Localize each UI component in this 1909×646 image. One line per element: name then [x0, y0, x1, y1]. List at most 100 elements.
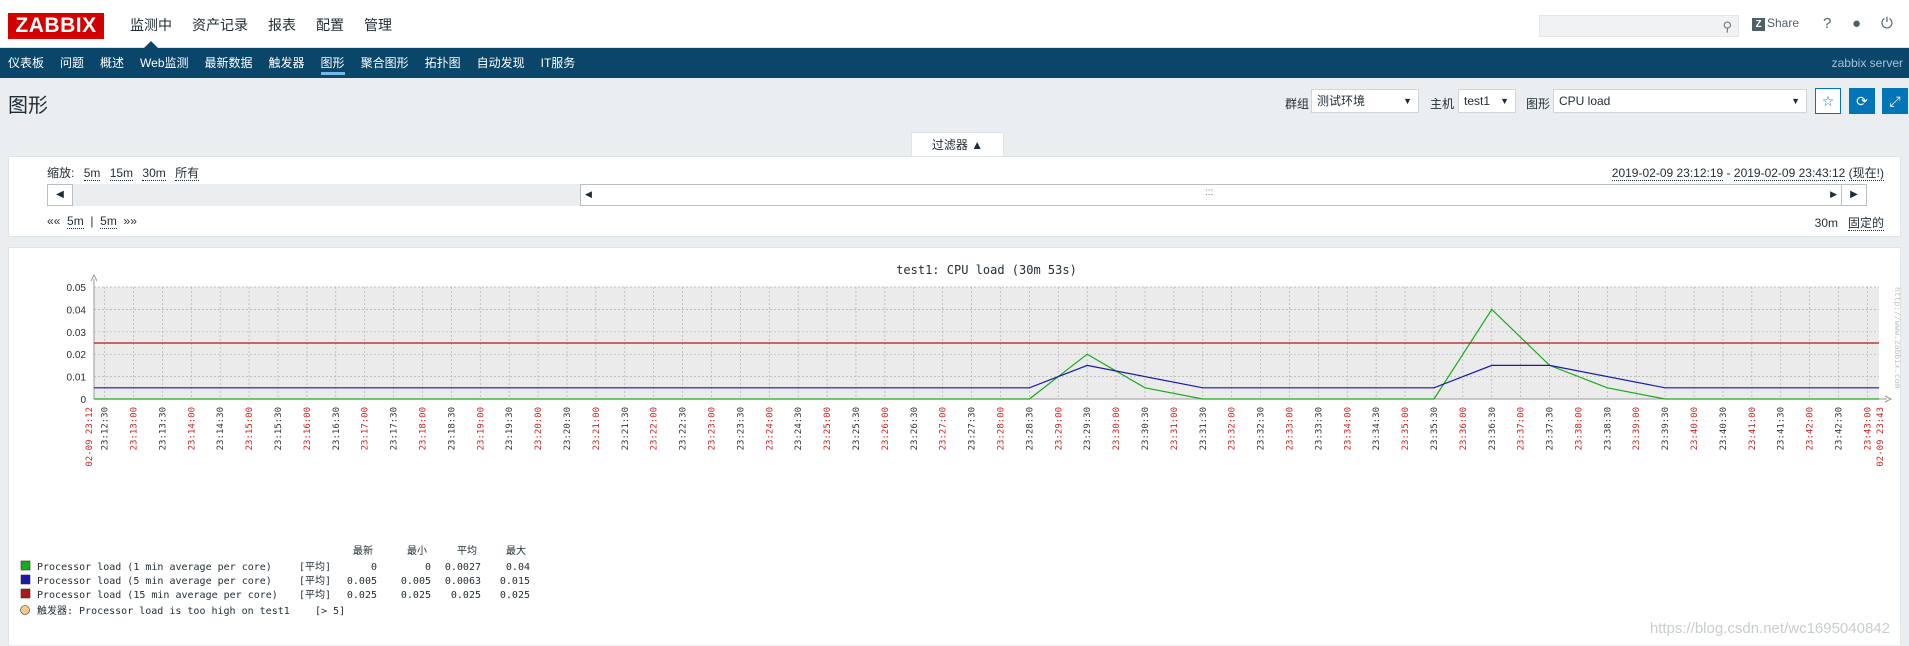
legend-value: 0.005 [347, 576, 377, 587]
range-to[interactable]: 2019-02-09 23:43:12 [1733, 166, 1846, 181]
subnav-problems[interactable]: 问题 [52, 48, 92, 78]
triangle-left-icon[interactable]: ◀ [585, 189, 592, 200]
y-tick-label: 0.03 [67, 328, 87, 339]
range-from[interactable]: 2019-02-09 23:12:19 [1611, 166, 1724, 181]
period-value: 30m [1814, 216, 1838, 230]
time-scroll-handle[interactable]: ◀ ::: ▶ [580, 184, 1842, 206]
fullscreen-button[interactable]: ⤢ [1882, 88, 1908, 114]
step-forward-icon[interactable]: »» [124, 214, 137, 228]
step-back-5m[interactable]: 5m [67, 214, 84, 229]
trigger-label: 触发器: Processor load is too high on test1 [37, 604, 290, 617]
x-tick-label: 23:39:00 [1632, 407, 1642, 450]
x-tick-label: 23:37:30 [1546, 407, 1556, 450]
menu-monitoring[interactable]: 监测中 [120, 0, 182, 48]
x-tick-label: 23:29:00 [1054, 407, 1064, 450]
share-label: Share [1767, 16, 1800, 30]
zoom-row: 缩放: 5m 15m 30m 所有 [47, 164, 200, 181]
scroll-left-button[interactable]: ◀ [47, 184, 73, 206]
star-icon: ☆ [1821, 93, 1835, 109]
top-header: ZABBIX 监测中 资产记录 报表 配置 管理 ⚲ Z Share ? ● ⏻ [0, 0, 1909, 48]
x-tick-label: 23:39:30 [1661, 407, 1671, 450]
x-tick-label: 23:22:00 [650, 407, 660, 450]
host-select[interactable]: test1 ▼ [1458, 89, 1516, 113]
x-tick-label: 23:43:00 [1863, 407, 1873, 450]
x-tick-label: 23:29:30 [1083, 407, 1093, 450]
time-control-panel: 缩放: 5m 15m 30m 所有 2019-02-09 23:12:19 - … [8, 156, 1901, 237]
subnav-dashboard[interactable]: 仪表板 [0, 48, 52, 78]
x-tick-label: 23:28:30 [1025, 407, 1035, 450]
step-back-icon[interactable]: «« [47, 214, 60, 228]
x-tick-label: 23:16:30 [332, 407, 342, 450]
time-scroll-track[interactable]: ◀ ◀ ::: ▶ ▶ [47, 184, 1867, 206]
x-tick-label: 23:24:00 [765, 407, 775, 450]
zoom-all[interactable]: 所有 [175, 166, 200, 181]
scroll-right-button[interactable]: ▶ [1841, 184, 1867, 206]
trigger-icon [20, 605, 30, 615]
range-now[interactable]: (现在!) [1848, 166, 1884, 181]
triangle-right-icon: ▶ [1850, 189, 1858, 200]
menu-configuration[interactable]: 配置 [306, 0, 354, 48]
menu-administration[interactable]: 管理 [354, 0, 402, 48]
graph-value: CPU load [1559, 94, 1611, 108]
power-icon[interactable]: ⏻ [1881, 15, 1893, 32]
search-input[interactable]: ⚲ [1539, 15, 1739, 37]
x-tick-label: 23:40:00 [1690, 407, 1700, 450]
x-tick-label: 23:16:00 [303, 407, 313, 450]
zabbix-logo[interactable]: ZABBIX [8, 13, 104, 39]
zoom-5m[interactable]: 5m [83, 166, 101, 181]
menu-reports[interactable]: 报表 [258, 0, 306, 48]
legend-swatch [20, 588, 31, 599]
x-tick-label: 23:15:00 [245, 407, 255, 450]
legend-series-name: Processor load (5 min average per core) [37, 576, 272, 587]
menu-inventory[interactable]: 资产记录 [182, 0, 258, 48]
subnav-latest-data[interactable]: 最新数据 [197, 48, 261, 78]
legend-value: 0.025 [451, 590, 481, 601]
subnav-graphs[interactable]: 图形 [313, 48, 353, 78]
step-forward-5m[interactable]: 5m [100, 214, 117, 229]
x-tick-label: 23:36:00 [1459, 407, 1469, 450]
grip-icon[interactable]: ::: [1205, 187, 1213, 198]
x-end-label: 02-09 23:43 [1876, 407, 1886, 467]
legend-swatch [20, 574, 31, 585]
y-tick-label: 0.04 [67, 305, 87, 316]
share-button[interactable]: Z Share [1752, 16, 1799, 31]
x-tick-label: 23:31:30 [1199, 407, 1209, 450]
x-tick-label: 23:18:30 [447, 407, 457, 450]
x-tick-label: 23:31:00 [1170, 407, 1180, 450]
subnav-maps[interactable]: 拓扑图 [417, 48, 469, 78]
x-tick-label: 23:38:00 [1574, 407, 1584, 450]
favorite-button[interactable]: ☆ [1815, 88, 1841, 114]
y-tick-label: 0.05 [67, 283, 87, 294]
x-tick-label: 23:13:00 [129, 407, 139, 450]
x-tick-label: 23:36:30 [1488, 407, 1498, 450]
filter-tab[interactable]: 过滤器 ▲ [911, 132, 1004, 157]
subnav-overview[interactable]: 概述 [92, 48, 132, 78]
fullscreen-icon: ⤢ [1889, 93, 1901, 109]
fixed-toggle[interactable]: 固定的 [1847, 216, 1884, 231]
top-menu: 监测中 资产记录 报表 配置 管理 [120, 0, 402, 48]
subnav-triggers[interactable]: 触发器 [261, 48, 313, 78]
user-icon[interactable]: ● [1852, 15, 1861, 32]
x-tick-label: 23:35:30 [1430, 407, 1440, 450]
subnav-web[interactable]: Web监测 [132, 48, 196, 78]
subnav-it-services[interactable]: IT服务 [533, 48, 584, 78]
x-tick-label: 23:34:30 [1372, 407, 1382, 450]
sub-nav: 仪表板 问题 概述 Web监测 最新数据 触发器 图形 聚合图形 拓扑图 自动发… [0, 48, 1909, 78]
legend-func: [平均] [299, 589, 331, 601]
zoom-30m[interactable]: 30m [142, 166, 166, 181]
search-icon[interactable]: ⚲ [1722, 19, 1732, 35]
chevron-down-icon: ▼ [1403, 96, 1412, 106]
subnav-screens[interactable]: 聚合图形 [353, 48, 417, 78]
question-icon[interactable]: ? [1823, 15, 1831, 32]
refresh-button[interactable]: ⟳ [1849, 88, 1875, 114]
cpu-load-graph[interactable]: test1: CPU load (30m 53s) 23:12:30 23:13:0… [9, 248, 1902, 646]
subnav-discovery[interactable]: 自动发现 [469, 48, 533, 78]
group-select[interactable]: 测试环境 ▼ [1311, 89, 1419, 113]
triangle-right-icon[interactable]: ▶ [1830, 189, 1837, 200]
zoom-15m[interactable]: 15m [109, 166, 134, 181]
graph-panel: test1: CPU load (30m 53s) 23:12:30 23:13:0… [8, 247, 1902, 646]
x-tick-label: 23:25:30 [852, 407, 862, 450]
x-tick-label: 23:23:00 [707, 407, 717, 450]
x-tick-label: 23:32:30 [1257, 407, 1267, 450]
graph-select[interactable]: CPU load ▼ [1553, 89, 1807, 113]
